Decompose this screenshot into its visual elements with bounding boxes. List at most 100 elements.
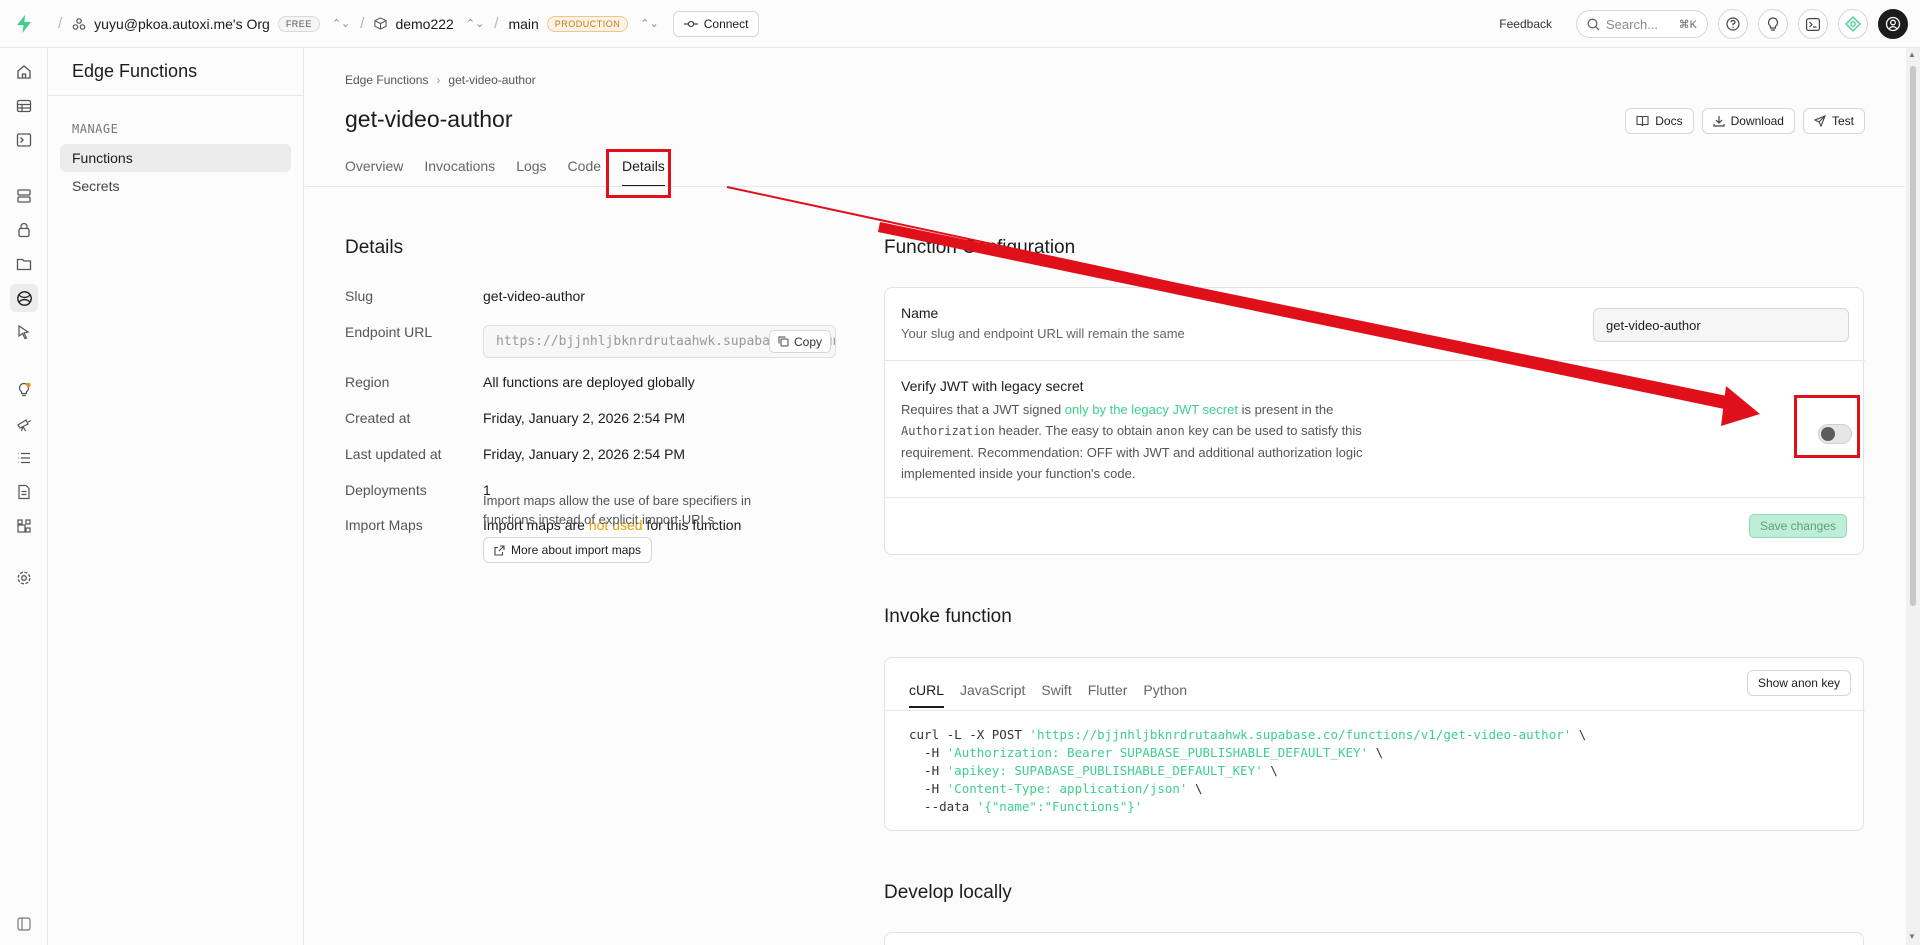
connect-button[interactable]: Connect: [672, 10, 760, 37]
tab-swift[interactable]: Swift: [1041, 682, 1071, 706]
code-token: \: [1187, 781, 1203, 796]
test-button[interactable]: Test: [1802, 108, 1865, 134]
tab-code[interactable]: Code: [568, 158, 601, 186]
invoke-function-heading: Invoke function: [884, 606, 1012, 627]
sidebar-item-secrets[interactable]: Secrets: [60, 172, 291, 200]
breadcrumb-separator: /: [360, 15, 365, 32]
tab-logs[interactable]: Logs: [516, 158, 546, 186]
legacy-jwt-secret-link[interactable]: only by the legacy JWT secret: [1065, 402, 1238, 417]
production-badge: PRODUCTION: [546, 15, 629, 32]
code-token: \: [1571, 727, 1587, 742]
breadcrumb-edge-functions[interactable]: Edge Functions: [345, 73, 428, 87]
tab-divider: [305, 186, 1905, 187]
terminal-button[interactable]: [1798, 9, 1828, 39]
more-about-import-maps-button[interactable]: More about import maps: [483, 537, 653, 563]
docs-button[interactable]: Docs: [1625, 108, 1694, 134]
top-bar: / yuyu@pkoa.autoxi.me's Org FREE ⌃⌄ / de…: [0, 0, 1920, 48]
edge-functions-icon[interactable]: [10, 284, 38, 312]
advisors-icon[interactable]: [12, 378, 36, 402]
top-right-actions: Feedback Search... ⌘K: [1499, 0, 1908, 48]
code-line: -H 'Authorization: Bearer SUPABASE_PUBLI…: [909, 744, 1586, 762]
code-string: 'Content-Type: application/json': [946, 781, 1188, 796]
chevron-updown-icon[interactable]: ⌃⌄: [640, 17, 658, 30]
logs-icon[interactable]: [12, 446, 36, 470]
language-tabs: cURL JavaScript Swift Flutter Python: [909, 682, 1187, 708]
user-avatar-button[interactable]: [1878, 9, 1908, 39]
endpoint-url-field[interactable]: https://bjjnhljbknrdrutaahwk.supabase.co…: [483, 325, 836, 358]
created-value: Friday, January 2, 2026 2:54 PM: [483, 410, 686, 426]
annotation-highlight-jwt-toggle: [1794, 395, 1860, 458]
integrations-icon[interactable]: [12, 514, 36, 538]
feedback-link[interactable]: Feedback: [1499, 17, 1552, 31]
scrollbar-thumb[interactable]: [1910, 66, 1916, 606]
tab-flutter[interactable]: Flutter: [1088, 682, 1128, 706]
assistant-button[interactable]: [1838, 9, 1868, 39]
tab-curl[interactable]: cURL: [909, 682, 945, 708]
tab-python[interactable]: Python: [1143, 682, 1187, 706]
details-heading: Details: [345, 237, 404, 258]
advisor-button[interactable]: [1758, 9, 1788, 39]
realtime-icon[interactable]: [12, 320, 36, 344]
search-input[interactable]: Search... ⌘K: [1576, 10, 1708, 38]
page-scrollbar[interactable]: ▲ ▼: [1906, 48, 1920, 945]
code-line: -H 'Content-Type: application/json' \: [909, 780, 1586, 798]
jwt-desc-part-2: is present in the: [1237, 402, 1334, 417]
plug-icon: [683, 20, 698, 27]
deployments-label: Deployments: [345, 482, 427, 498]
config-name-row: Name Your slug and endpoint URL will rem…: [885, 288, 1865, 361]
scroll-down-arrow-icon[interactable]: ▼: [1908, 932, 1916, 941]
save-changes-button[interactable]: Save changes: [1748, 514, 1847, 538]
sql-editor-icon[interactable]: [12, 128, 36, 152]
settings-gear-icon[interactable]: [12, 566, 36, 590]
function-name-input[interactable]: get-video-author: [1593, 308, 1849, 342]
copy-button[interactable]: Copy: [768, 330, 831, 353]
org-selector[interactable]: yuyu@pkoa.autoxi.me's Org FREE ⌃⌄: [72, 15, 350, 32]
home-icon[interactable]: [12, 60, 36, 84]
code-string: 'Authorization: Bearer SUPABASE_PUBLISHA…: [946, 745, 1369, 760]
database-icon[interactable]: [12, 184, 36, 208]
authentication-icon[interactable]: [12, 218, 36, 242]
scroll-up-arrow-icon[interactable]: ▲: [1908, 50, 1916, 59]
download-label: Download: [1730, 114, 1784, 128]
import-maps-description: Import maps allow the use of bare specif…: [483, 493, 752, 527]
tab-invocations[interactable]: Invocations: [424, 158, 495, 186]
show-anon-key-button[interactable]: Show anon key: [1746, 670, 1851, 696]
breadcrumb-current: get-video-author: [448, 73, 536, 87]
created-label: Created at: [345, 410, 411, 426]
more-about-import-maps-label: More about import maps: [511, 543, 642, 557]
invoke-function-card: cURL JavaScript Swift Flutter Python Sho…: [884, 657, 1865, 831]
code-string: 'apikey: SUPABASE_PUBLISHABLE_DEFAULT_KE…: [946, 763, 1263, 778]
copy-label: Copy: [793, 334, 822, 349]
download-icon: [1713, 116, 1725, 127]
code-divider: [885, 710, 1865, 711]
observability-icon[interactable]: [12, 412, 36, 436]
collapse-sidebar-icon[interactable]: [12, 912, 36, 936]
authorization-code: Authorization: [901, 424, 995, 438]
table-editor-icon[interactable]: [12, 94, 36, 118]
detail-row-deployments: Deployments 1: [345, 482, 491, 498]
function-configuration-heading: Function Configuration: [884, 237, 1076, 258]
storage-icon[interactable]: [12, 252, 36, 276]
tab-javascript[interactable]: JavaScript: [960, 682, 1025, 706]
tab-overview[interactable]: Overview: [345, 158, 403, 186]
project-selector[interactable]: demo222 ⌃⌄: [374, 16, 484, 32]
api-docs-icon[interactable]: [12, 480, 36, 504]
sidebar-item-functions[interactable]: Functions: [60, 144, 291, 172]
chevron-updown-icon[interactable]: ⌃⌄: [332, 17, 350, 30]
breadcrumb-separator: /: [58, 15, 63, 32]
help-button[interactable]: [1718, 9, 1748, 39]
code-line: -H 'apikey: SUPABASE_PUBLISHABLE_DEFAULT…: [909, 762, 1586, 780]
region-value: All functions are deployed globally: [483, 374, 695, 390]
chevron-updown-icon[interactable]: ⌃⌄: [466, 17, 484, 30]
assistant-icon: [1845, 16, 1861, 32]
plan-badge: FREE: [277, 15, 320, 32]
branch-selector[interactable]: main PRODUCTION ⌃⌄: [508, 15, 659, 32]
org-icon: [72, 17, 86, 30]
code-token: -H: [909, 745, 947, 760]
jwt-desc-part-3: header. The easy to obtain: [994, 423, 1156, 438]
download-button[interactable]: Download: [1701, 108, 1795, 134]
breadcrumb: Edge Functions › get-video-author: [345, 73, 536, 87]
detail-row-endpoint: Endpoint URL: [345, 324, 483, 340]
help-icon: [1726, 17, 1740, 31]
supabase-logo-icon[interactable]: [0, 14, 48, 33]
